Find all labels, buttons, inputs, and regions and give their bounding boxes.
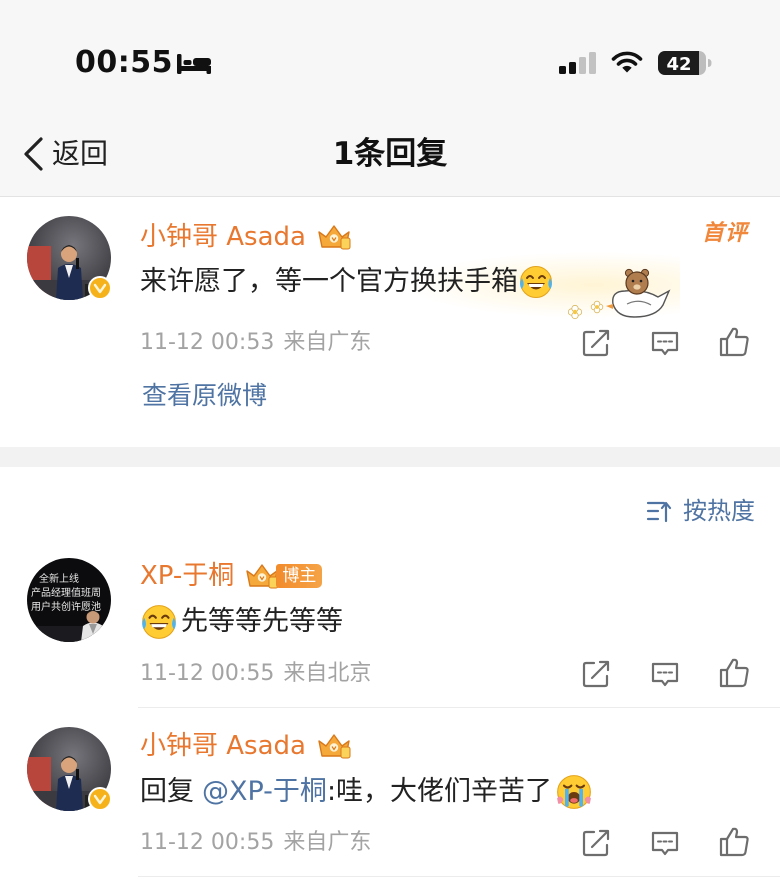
crown-badge-icon <box>318 734 351 759</box>
comment-icon[interactable] <box>650 828 680 858</box>
reply-meta: 11-12 00:55 来自北京 <box>140 660 371 688</box>
like-icon[interactable] <box>718 826 750 858</box>
share-icon[interactable] <box>581 659 611 689</box>
reply-text: 先等等先等等 <box>181 606 343 637</box>
crown-badge-icon <box>318 225 351 250</box>
reply-meta: 11-12 00:55 来自广东 <box>140 829 371 857</box>
reply-source: 来自广东 <box>283 830 372 855</box>
blogger-tag: 博主 <box>276 564 323 588</box>
duck-bear-sticker-icon <box>567 268 671 320</box>
avatar-lettering-line: 产品经理值班周 <box>31 586 101 599</box>
like-icon[interactable] <box>718 657 750 689</box>
bed-icon <box>177 54 211 74</box>
author-name[interactable]: 小钟哥 Asada <box>140 729 306 763</box>
share-icon[interactable] <box>581 828 611 858</box>
avatar-lettering-line: 全新上线 <box>39 572 79 585</box>
comment-meta: 11-12 00:53 来自广东 <box>140 329 371 357</box>
comment-icon[interactable] <box>650 659 680 689</box>
comment-source: 来自广东 <box>283 330 372 355</box>
status-time: 00:55 <box>75 45 173 80</box>
author-name[interactable]: XP-于桐 <box>140 559 234 593</box>
page-title: 1条回复 <box>332 136 448 172</box>
reply-divider <box>138 876 780 877</box>
reply-divider <box>138 707 780 708</box>
mention-link[interactable]: @XP-于桐 <box>202 774 327 810</box>
avatar[interactable]: 全新上线 产品经理值班周 用户共创许愿池 <box>27 558 111 642</box>
reply-time: 11-12 00:55 <box>140 830 275 855</box>
sort-label: 按热度 <box>683 497 755 525</box>
reply-body[interactable]: 回复 @XP-于桐 :哇，大佬们辛苦了 <box>140 774 593 810</box>
reply-time: 11-12 00:55 <box>140 661 275 686</box>
comment-icon[interactable] <box>650 328 680 358</box>
battery-icon: 42 <box>658 51 712 75</box>
comment-time: 11-12 00:53 <box>140 330 275 355</box>
comment-text: 来许愿了，等一个官方换扶手箱 <box>140 266 518 297</box>
crown-badge-icon <box>246 564 279 589</box>
author-row: XP-于桐 博主 <box>140 559 323 593</box>
author-name[interactable]: 小钟哥 Asada <box>140 220 306 254</box>
wifi-icon <box>611 51 643 73</box>
like-icon[interactable] <box>718 326 750 358</box>
view-original-post-link[interactable]: 查看原微博 <box>142 380 267 412</box>
root-comment-card <box>0 197 780 447</box>
laughing-tears-emoji-icon <box>142 605 176 639</box>
reply-prefix: 回复 <box>140 776 194 807</box>
verified-badge-icon <box>88 787 112 811</box>
loudly-crying-emoji-icon <box>557 775 591 809</box>
reply-body[interactable]: 先等等先等等 <box>140 604 343 640</box>
author-row: 小钟哥 Asada <box>140 220 351 254</box>
author-row: 小钟哥 Asada <box>140 729 351 763</box>
reply-text: :哇，大佬们辛苦了 <box>326 776 553 807</box>
signal-icon <box>559 52 596 74</box>
sort-by-hot-button[interactable]: 按热度 <box>646 494 755 528</box>
laughing-tears-emoji-icon <box>520 266 552 298</box>
first-comment-badge: 首评 <box>702 221 749 246</box>
share-icon[interactable] <box>581 328 611 358</box>
sort-icon <box>646 501 672 523</box>
avatar-image: 全新上线 产品经理值班周 用户共创许愿池 <box>27 558 111 642</box>
verified-badge-icon <box>88 276 112 300</box>
battery-level: 42 <box>666 54 691 75</box>
comment-body[interactable]: 来许愿了，等一个官方换扶手箱 <box>140 264 554 300</box>
reply-source: 来自北京 <box>283 661 372 686</box>
